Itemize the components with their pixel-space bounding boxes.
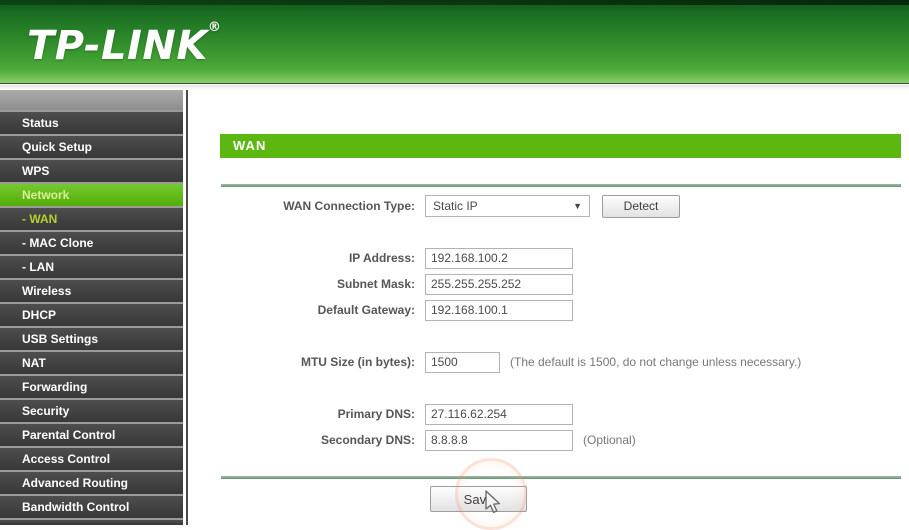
sidebar-item-status[interactable]: Status: [0, 112, 183, 134]
save-button[interactable]: Save: [430, 486, 527, 512]
mtu-label: MTU Size (in bytes):: [300, 355, 415, 369]
sidebar-item-lan[interactable]: - LAN: [0, 256, 183, 278]
subnet-mask-field[interactable]: [425, 273, 573, 295]
sidebar-item-bandwidth-control[interactable]: Bandwidth Control: [0, 496, 183, 518]
primary-dns-row: Primary DNS:: [188, 402, 573, 426]
wan-connection-type-value: Static IP: [433, 199, 478, 213]
page-title: WAN: [220, 134, 901, 158]
sidebar-item-forwarding[interactable]: Forwarding: [0, 376, 183, 398]
default-gateway-field[interactable]: [425, 299, 573, 321]
ip-address-row: IP Address:: [188, 246, 573, 270]
sidebar-item-network[interactable]: Network: [0, 184, 183, 206]
mtu-field[interactable]: [425, 351, 500, 373]
primary-dns-label: Primary DNS:: [337, 407, 415, 421]
wan-connection-type-label: WAN Connection Type:: [283, 199, 415, 213]
sidebar-item-parental-control[interactable]: Parental Control: [0, 424, 183, 446]
bottom-separator: [221, 476, 901, 479]
detect-button[interactable]: Detect: [602, 194, 680, 218]
sidebar-item-access-control[interactable]: Access Control: [0, 448, 183, 470]
sidebar-item-security[interactable]: Security: [0, 400, 183, 422]
sidebar-item-wan[interactable]: - WAN: [0, 208, 183, 230]
secondary-dns-hint: (Optional): [583, 433, 636, 447]
chevron-down-icon: ▼: [573, 201, 582, 211]
default-gateway-label: Default Gateway:: [317, 303, 415, 317]
default-gateway-row: Default Gateway:: [188, 298, 573, 322]
secondary-dns-label: Secondary DNS:: [320, 433, 415, 447]
mtu-row: MTU Size (in bytes): (The default is 150…: [188, 350, 801, 374]
sidebar-item-nat[interactable]: NAT: [0, 352, 183, 374]
header-top-strip: [0, 0, 909, 5]
sidebar-item-wireless[interactable]: Wireless: [0, 280, 183, 302]
secondary-dns-row: Secondary DNS: (Optional): [188, 428, 636, 452]
sidebar-item-mac-clone[interactable]: - MAC Clone: [0, 232, 183, 254]
wan-connection-type-select[interactable]: Static IP ▼: [425, 195, 590, 217]
primary-dns-field[interactable]: [425, 403, 573, 425]
sidebar-item-partial: [0, 520, 183, 525]
subnet-mask-row: Subnet Mask:: [188, 272, 573, 296]
sidebar-item-usb-settings[interactable]: USB Settings: [0, 328, 183, 350]
logo-text: TP-LINK: [27, 23, 208, 69]
subnet-mask-label: Subnet Mask:: [336, 277, 415, 291]
ip-address-field[interactable]: [425, 247, 573, 269]
mtu-hint: (The default is 1500, do not change unle…: [510, 355, 802, 369]
wan-connection-type-row: WAN Connection Type: Static IP ▼ Detect: [188, 194, 680, 218]
tplink-logo: TP-LINK®: [27, 20, 221, 69]
secondary-dns-field[interactable]: [425, 429, 573, 451]
ip-address-label: IP Address:: [348, 251, 415, 265]
sidebar-item-advanced-routing[interactable]: Advanced Routing: [0, 472, 183, 494]
sidebar-item-wps[interactable]: WPS: [0, 160, 183, 182]
main-content: WAN WAN Connection Type: Static IP ▼ Det…: [188, 90, 909, 525]
sidebar-item-dhcp[interactable]: DHCP: [0, 304, 183, 326]
sidebar-menu: Status Quick Setup WPS Network - WAN - M…: [0, 90, 183, 525]
sidebar-item-quick-setup[interactable]: Quick Setup: [0, 136, 183, 158]
header-banner: TP-LINK®: [0, 0, 909, 84]
registered-mark: ®: [207, 20, 222, 35]
top-separator: [221, 184, 901, 187]
sidebar-top-block: [0, 90, 183, 110]
